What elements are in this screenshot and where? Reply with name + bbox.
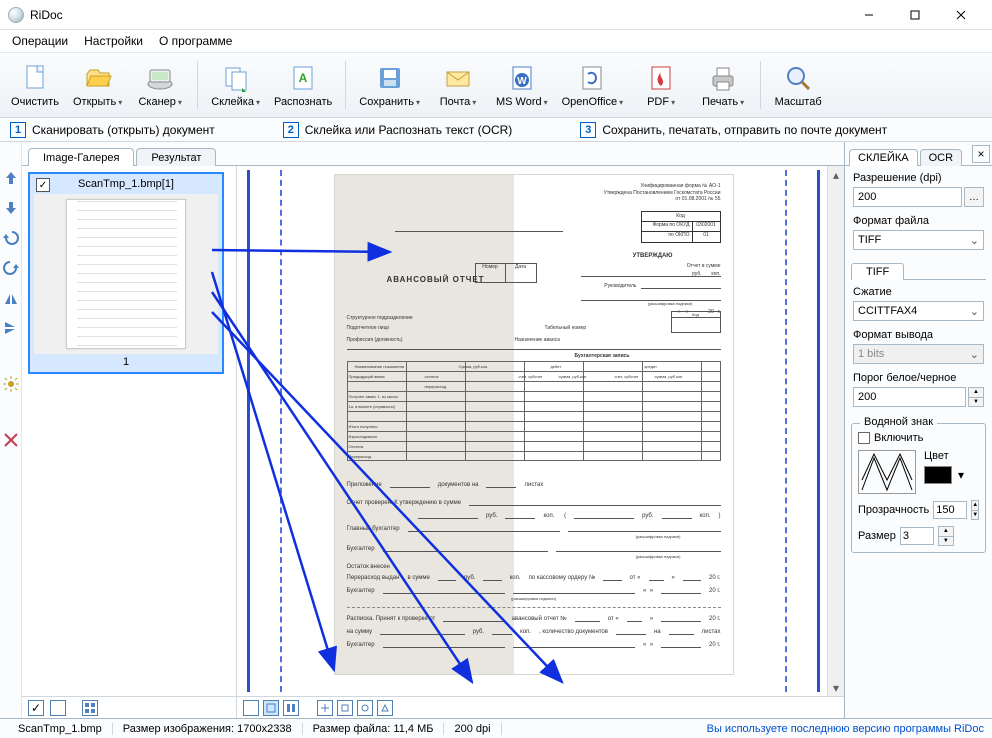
folder-open-icon <box>82 62 114 94</box>
step-1: 1 Сканировать (открыть) документ <box>10 122 215 138</box>
watermark-enable-checkbox[interactable] <box>858 432 870 444</box>
glue-icon <box>220 62 252 94</box>
rpanel-close[interactable]: × <box>972 145 990 163</box>
maximize-button[interactable] <box>892 0 938 30</box>
delete-icon[interactable] <box>3 432 19 448</box>
brightness-icon[interactable] <box>3 376 19 392</box>
mail-button[interactable]: Почта <box>427 55 489 115</box>
view-mode-2[interactable] <box>263 700 279 716</box>
thumb-image <box>34 194 218 354</box>
format-label: Формат файла <box>853 215 984 227</box>
view-grid-button[interactable] <box>82 700 98 716</box>
openoffice-icon <box>576 62 608 94</box>
tiff-tab[interactable]: TIFF <box>851 263 904 280</box>
view-mode-3[interactable] <box>283 700 299 716</box>
scanner-icon <box>144 62 176 94</box>
status-filename: ScanTmp_1.bmp <box>8 723 113 735</box>
tool-2[interactable] <box>337 700 353 716</box>
pdf-icon <box>645 62 677 94</box>
save-button[interactable]: Сохранить <box>352 55 427 115</box>
size-spin[interactable]: ▲▼ <box>938 526 954 546</box>
printer-icon <box>707 62 739 94</box>
bw-spin[interactable]: ▲▼ <box>968 387 984 407</box>
zoom-button[interactable]: Масштаб <box>767 55 829 115</box>
rtab-glue[interactable]: СКЛЕЙКА <box>849 149 918 166</box>
select-all-button[interactable]: ✓ <box>28 700 44 716</box>
svg-text:A: A <box>299 71 308 85</box>
mail-icon <box>442 62 474 94</box>
dpi-label: Разрешение (dpi) <box>853 172 984 184</box>
menu-about[interactable]: О программе <box>153 32 238 50</box>
watermark-color[interactable] <box>924 466 952 484</box>
compress-label: Сжатие <box>853 286 984 298</box>
size-label: Размер <box>858 530 896 542</box>
outfmt-label: Формат вывода <box>853 329 984 341</box>
status-dpi: 200 dpi <box>444 723 501 735</box>
menu-operations[interactable]: Операции <box>6 32 74 50</box>
pdf-button[interactable]: PDF <box>630 55 692 115</box>
msword-button[interactable]: W MS Word <box>489 55 555 115</box>
step-3: 3 Сохранить, печатать, отправить по почт… <box>580 122 887 138</box>
minimize-button[interactable] <box>846 0 892 30</box>
open-button[interactable]: Открыть <box>66 55 129 115</box>
flip-v-icon[interactable] <box>3 320 19 336</box>
clear-button[interactable]: Очистить <box>4 55 66 115</box>
size-input[interactable] <box>900 527 934 545</box>
page-blank-icon <box>19 62 51 94</box>
thumb-filename: ScanTmp_1.bmp[1] <box>78 178 174 190</box>
window-title: RiDoc <box>30 8 63 22</box>
opacity-spin[interactable]: ▲▼ <box>971 500 979 520</box>
tool-3[interactable] <box>357 700 373 716</box>
color-dd-icon[interactable]: ▾ <box>958 468 964 482</box>
magnifier-icon <box>782 62 814 94</box>
openoffice-button[interactable]: OpenOffice <box>555 55 630 115</box>
compress-select[interactable]: CCITTFAX4⌄ <box>853 301 984 321</box>
opacity-input[interactable] <box>933 501 967 519</box>
thumb-checkbox[interactable] <box>36 178 50 192</box>
status-dims: Размер изображения: 1700x2338 <box>113 723 303 735</box>
view-mode-1[interactable] <box>243 700 259 716</box>
rotate-right-icon[interactable] <box>3 260 19 276</box>
arrow-down-icon[interactable] <box>3 200 19 216</box>
print-button[interactable]: Печать <box>692 55 754 115</box>
tab-result[interactable]: Результат <box>136 148 216 166</box>
bw-input[interactable]: 200 <box>853 387 966 407</box>
thumb-index: 1 <box>34 356 218 368</box>
app-icon <box>8 7 24 23</box>
recognize-button[interactable]: A Распознать <box>267 55 339 115</box>
gallery-thumb-1[interactable]: ScanTmp_1.bmp[1] 1 <box>28 172 224 374</box>
status-filesize: Размер файла: 11,4 МБ <box>303 723 445 735</box>
glue-button[interactable]: Склейка <box>204 55 267 115</box>
step-2: 2 Склейка или Распознать текст (OCR) <box>283 122 513 138</box>
rotate-left-icon[interactable] <box>3 230 19 246</box>
opacity-label: Прозрачность <box>858 504 929 516</box>
color-label: Цвет <box>924 450 964 462</box>
document-preview: Унифицированная форма № АО-1 Утверждена … <box>334 174 734 675</box>
bw-label: Порог белое/черное <box>853 372 984 384</box>
scanner-button[interactable]: Сканер <box>129 55 191 115</box>
menu-settings[interactable]: Настройки <box>78 32 149 50</box>
arrow-up-icon[interactable] <box>3 170 19 186</box>
format-select[interactable]: TIFF⌄ <box>853 230 984 250</box>
tool-4[interactable] <box>377 700 393 716</box>
tool-1[interactable] <box>317 700 333 716</box>
ocr-icon: A <box>287 62 319 94</box>
preview-scrollbar[interactable]: ▴ ▾ <box>827 166 844 696</box>
dpi-more[interactable]: … <box>964 187 984 207</box>
status-update-link[interactable]: Вы используете последнюю версию программ… <box>707 723 984 735</box>
watermark-pattern[interactable] <box>858 450 916 494</box>
save-icon <box>374 62 406 94</box>
tab-image-gallery[interactable]: Image-Галерея <box>28 148 134 166</box>
rtab-ocr[interactable]: OCR <box>920 149 962 166</box>
outfmt-select: 1 bits⌄ <box>853 344 984 364</box>
msword-icon: W <box>506 62 538 94</box>
close-button[interactable] <box>938 0 984 30</box>
flip-h-icon[interactable] <box>3 290 19 306</box>
svg-text:W: W <box>517 76 527 87</box>
dpi-input[interactable]: 200 <box>853 187 962 207</box>
watermark-legend: Водяной знак <box>860 416 937 428</box>
select-none-button[interactable] <box>50 700 66 716</box>
